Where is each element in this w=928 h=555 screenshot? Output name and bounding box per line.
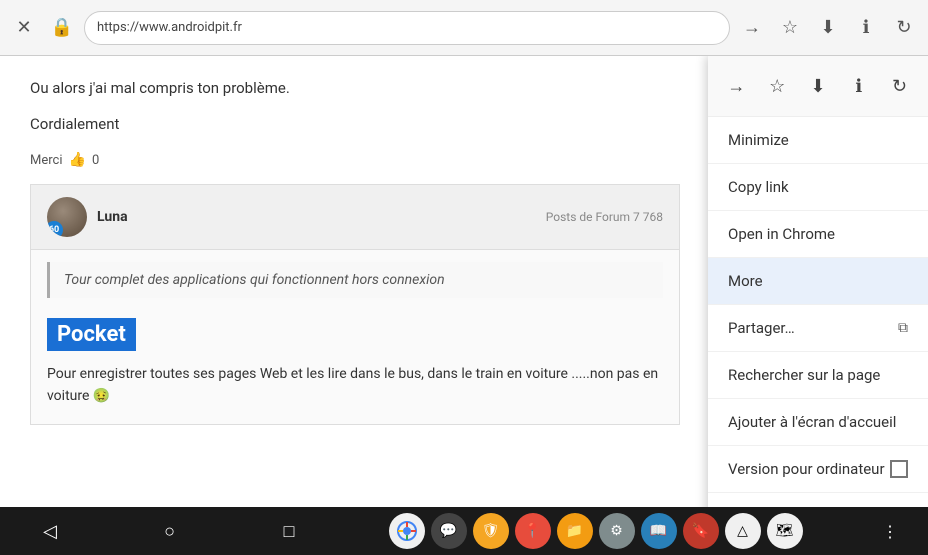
info-icon[interactable]: ℹ xyxy=(850,12,882,44)
info-top-icon[interactable]: ℹ xyxy=(841,68,877,104)
comment-quote: Tour complet des applications qui foncti… xyxy=(47,262,663,298)
menu-label-more: More xyxy=(728,272,763,290)
menu-item-open-chrome[interactable]: Open in Chrome xyxy=(708,211,928,258)
app-drive[interactable]: △ xyxy=(725,513,761,549)
refresh-top-icon[interactable]: ↻ xyxy=(882,68,918,104)
bookmark-star-icon[interactable]: ☆ xyxy=(759,68,795,104)
thumb-icon: 👍 xyxy=(69,152,86,168)
menu-label-minimize: Minimize xyxy=(728,131,789,149)
app-shield[interactable]: 🛡 xyxy=(473,513,509,549)
app-location[interactable]: 📍 xyxy=(515,513,551,549)
merci-row: Merci 👍 0 xyxy=(30,152,680,168)
app-chrome[interactable] xyxy=(389,513,425,549)
lock-icon: 🔒 xyxy=(46,12,78,44)
avatar-badge: 60 xyxy=(47,221,63,237)
menu-item-partager[interactable]: Partager… ⧉ xyxy=(708,305,928,352)
page-content: Ou alors j'ai mal compris ton problème. … xyxy=(0,56,710,445)
bookmark-icon[interactable]: ☆ xyxy=(774,12,806,44)
avatar: 60 xyxy=(47,197,87,237)
comment-meta: Posts de Forum 7 768 xyxy=(546,210,663,224)
address-bar[interactable]: https://www.androidpit.fr xyxy=(84,11,730,45)
dropdown-top-icons: → ☆ ⬇ ℹ ↻ xyxy=(708,56,928,117)
paragraph-1: Ou alors j'ai mal compris ton problème. xyxy=(30,76,680,100)
merci-label: Merci xyxy=(30,153,63,168)
menu-item-more[interactable]: More xyxy=(708,258,928,305)
download-icon[interactable]: ⬇ xyxy=(812,12,844,44)
comment-header: 60 Luna Posts de Forum 7 768 xyxy=(31,185,679,250)
menu-item-version-ordinateur[interactable]: Version pour ordinateur xyxy=(708,446,928,493)
menu-label-partager: Partager… xyxy=(728,319,795,337)
menu-item-ajouter[interactable]: Ajouter à l'écran d'accueil xyxy=(708,399,928,446)
url-text: https://www.androidpit.fr xyxy=(97,20,242,35)
menu-label-copy-link: Copy link xyxy=(728,178,789,196)
forward-nav-icon[interactable]: → xyxy=(718,68,754,104)
menu-label-ajouter: Ajouter à l'écran d'accueil xyxy=(728,413,896,431)
menu-label-rechercher: Rechercher sur la page xyxy=(728,366,880,384)
browser-bar: ✕ 🔒 https://www.androidpit.fr → ☆ ⬇ ℹ ↻ xyxy=(0,0,928,56)
forward-icon[interactable]: → xyxy=(736,12,768,44)
menu-label-version-ordinateur: Version pour ordinateur xyxy=(728,460,885,478)
merci-count: 0 xyxy=(92,153,99,168)
partager-icon: ⧉ xyxy=(898,320,908,336)
comment-block: 60 Luna Posts de Forum 7 768 Tour comple… xyxy=(30,184,680,425)
version-checkbox[interactable] xyxy=(890,460,908,478)
menu-label-open-chrome: Open in Chrome xyxy=(728,225,835,243)
nav-bar: ◁ ○ □ 💬 🛡 📍 📁 ⚙ 📖 🔖 △ 🗺 xyxy=(0,507,928,555)
menu-item-minimize[interactable]: Minimize xyxy=(708,117,928,164)
back-button[interactable]: ◁ xyxy=(30,511,70,551)
app-files[interactable]: 📁 xyxy=(557,513,593,549)
paragraph-2: Cordialement xyxy=(30,112,680,136)
dropdown-menu: → ☆ ⬇ ℹ ↻ Minimize Copy link Open in Chr… xyxy=(708,56,928,507)
refresh-icon[interactable]: ↻ xyxy=(888,12,920,44)
nav-right-icons: ⋮ xyxy=(882,522,898,541)
menu-item-rechercher[interactable]: Rechercher sur la page xyxy=(708,352,928,399)
app-ebook[interactable]: 📖 xyxy=(641,513,677,549)
app-settings[interactable]: ⚙ xyxy=(599,513,635,549)
app-pocket[interactable]: 🔖 xyxy=(683,513,719,549)
comment-body: Pour enregistrer toutes ses pages Web et… xyxy=(31,359,679,424)
app-messages[interactable]: 💬 xyxy=(431,513,467,549)
pocket-highlight: Pocket xyxy=(47,318,136,351)
menu-item-copy-link[interactable]: Copy link xyxy=(708,164,928,211)
download-top-icon[interactable]: ⬇ xyxy=(800,68,836,104)
app-maps[interactable]: 🗺 xyxy=(767,513,803,549)
nav-more-icon[interactable]: ⋮ xyxy=(882,522,898,541)
taskbar-apps: 💬 🛡 📍 📁 ⚙ 📖 🔖 △ 🗺 xyxy=(389,513,803,549)
browser-content: Ou alors j'ai mal compris ton problème. … xyxy=(0,56,928,507)
menu-item-ouvrir-navigateur[interactable]: Ouvrir dans le navigateur xyxy=(708,493,928,507)
recents-button[interactable]: □ xyxy=(269,511,309,551)
close-button[interactable]: ✕ xyxy=(8,12,40,44)
comment-username: Luna xyxy=(97,209,128,225)
home-button[interactable]: ○ xyxy=(150,511,190,551)
